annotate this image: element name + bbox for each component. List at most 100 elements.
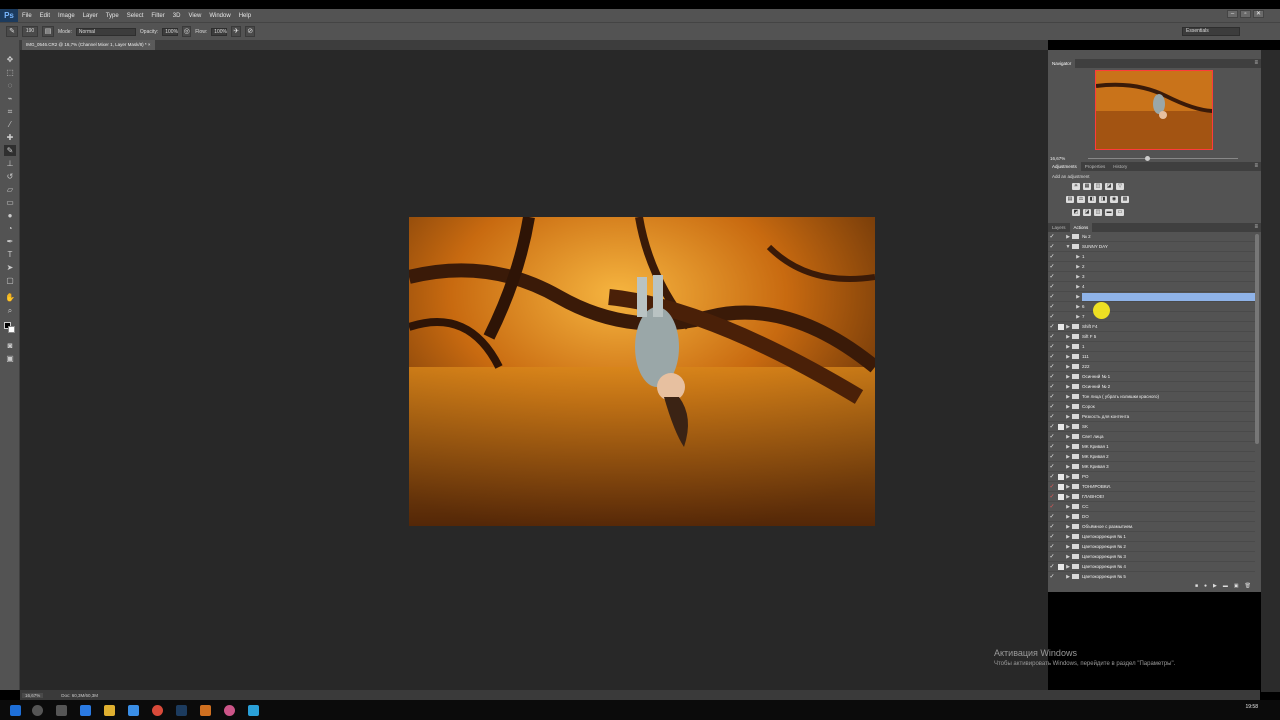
action-toggle-check[interactable]: ✓ (1048, 523, 1056, 530)
play-icon[interactable]: ▶ (1213, 583, 1217, 589)
menu-view[interactable]: View (184, 13, 205, 19)
expand-right-icon[interactable]: ▶ (1064, 444, 1072, 450)
type-tool-icon[interactable]: T (4, 249, 16, 260)
expand-right-icon[interactable]: ▶ (1064, 494, 1072, 500)
actions-scrollbar[interactable] (1255, 234, 1259, 444)
expand-right-icon[interactable]: ▶ (1074, 314, 1082, 320)
store-icon[interactable] (128, 705, 139, 716)
expand-right-icon[interactable]: ▶ (1064, 344, 1072, 350)
new-set-icon[interactable]: ▬ (1223, 583, 1228, 589)
expand-right-icon[interactable]: ▶ (1064, 234, 1072, 240)
action-toggle-check[interactable]: ✓ (1048, 383, 1056, 390)
expand-right-icon[interactable]: ▶ (1074, 274, 1082, 280)
menu-image[interactable]: Image (54, 13, 79, 19)
action-set-row[interactable]: ✓ ▶ SK (1048, 422, 1255, 432)
stop-icon[interactable]: ■ (1195, 583, 1198, 589)
panel-menu-icon[interactable]: ≡ (1254, 224, 1258, 230)
action-set-row[interactable]: ✓ ▶ Shift F4 (1048, 322, 1255, 332)
tab-adjustments[interactable]: Adjustments (1048, 162, 1081, 171)
crop-tool-icon[interactable]: ⌗ (4, 106, 16, 117)
action-toggle-check[interactable]: ✓ (1048, 503, 1056, 510)
expand-right-icon[interactable]: ▶ (1064, 414, 1072, 420)
action-toggle-check[interactable]: ✓ (1048, 273, 1056, 280)
action-set-row[interactable]: ✓ ▶ CC (1048, 502, 1255, 512)
expand-right-icon[interactable]: ▶ (1064, 424, 1072, 430)
dialog-toggle[interactable] (1058, 284, 1064, 290)
edge-icon[interactable] (80, 705, 91, 716)
zoom-tool-icon[interactable]: ⌕ (4, 305, 16, 316)
action-row[interactable]: ✓ ▶ 7 (1048, 312, 1255, 322)
expand-right-icon[interactable]: ▶ (1064, 564, 1072, 570)
action-set-row[interactable]: ✓ ▶ Цветокоррекция № 2 (1048, 542, 1255, 552)
adjustment-icon[interactable]: ▤ (1066, 196, 1074, 203)
expand-right-icon[interactable]: ▶ (1064, 554, 1072, 560)
quick-mask-icon[interactable]: ◙ (4, 340, 16, 351)
minimize-button[interactable]: – (1227, 10, 1238, 18)
new-action-icon[interactable]: ▣ (1234, 583, 1239, 589)
history-brush-tool-icon[interactable]: ↺ (4, 171, 16, 182)
hand-tool-icon[interactable]: ✋ (4, 292, 16, 303)
move-tool-icon[interactable]: ✥ (4, 54, 16, 65)
brush-tool-icon[interactable]: ✎ (4, 145, 16, 156)
action-row[interactable]: ✓ ▶ 6 (1048, 302, 1255, 312)
size-pressure-icon[interactable]: ⊘ (245, 26, 256, 37)
action-set-row[interactable]: ✓ ▶ Осинний № 1 (1048, 372, 1255, 382)
workspace-switcher[interactable]: Essentials (1182, 27, 1240, 36)
brush-size-picker[interactable]: 190 (22, 26, 38, 37)
status-zoom[interactable]: 16,67% (22, 692, 44, 698)
expand-right-icon[interactable]: ▶ (1064, 364, 1072, 370)
action-toggle-check[interactable]: ✓ (1048, 323, 1056, 330)
expand-right-icon[interactable]: ▶ (1074, 264, 1082, 270)
adjustment-icon[interactable]: ☀ (1072, 183, 1080, 190)
menu-help[interactable]: Help (235, 13, 255, 19)
action-set-row[interactable]: ✓ ▶ Объёмное с размытием. (1048, 522, 1255, 532)
menu-filter[interactable]: Filter (147, 13, 168, 19)
expand-right-icon[interactable]: ▶ (1064, 404, 1072, 410)
expand-right-icon[interactable]: ▶ (1064, 504, 1072, 510)
expand-right-icon[interactable]: ▶ (1064, 484, 1072, 490)
action-toggle-check[interactable]: ✓ (1048, 563, 1056, 570)
adjustment-icon[interactable]: ◪ (1105, 183, 1113, 190)
adjustment-icon[interactable]: ◉ (1110, 196, 1118, 203)
dialog-toggle[interactable] (1058, 274, 1064, 280)
action-toggle-check[interactable]: ✓ (1048, 403, 1056, 410)
action-set-row[interactable]: ✓ ▶ 222 (1048, 362, 1255, 372)
action-toggle-check[interactable]: ✓ (1048, 243, 1056, 250)
panel-menu-icon[interactable]: ≡ (1254, 163, 1258, 169)
action-toggle-check[interactable]: ✓ (1048, 363, 1056, 370)
screen-mode-icon[interactable]: ▣ (4, 353, 16, 364)
healing-tool-icon[interactable]: ✚ (4, 132, 16, 143)
expand-right-icon[interactable]: ▶ (1064, 524, 1072, 530)
adjustment-icon[interactable]: ▽ (1116, 183, 1124, 190)
action-toggle-check[interactable]: ✓ (1048, 573, 1056, 580)
action-row[interactable]: ✓ ▶ (1048, 292, 1255, 302)
action-set-row[interactable]: ✓ ▶ Резкость для контента (1048, 412, 1255, 422)
color-swatches-icon[interactable] (4, 322, 16, 333)
action-toggle-check[interactable]: ✓ (1048, 443, 1056, 450)
expand-right-icon[interactable]: ▶ (1064, 574, 1072, 580)
expand-right-icon[interactable]: ▶ (1064, 434, 1072, 440)
action-row[interactable]: ✓ ▶ 1 (1048, 252, 1255, 262)
expand-right-icon[interactable]: ▶ (1064, 324, 1072, 330)
tab-layers[interactable]: Layers (1048, 223, 1070, 232)
action-toggle-check[interactable]: ✓ (1048, 513, 1056, 520)
action-toggle-check[interactable]: ✓ (1048, 353, 1056, 360)
blur-tool-icon[interactable]: ● (4, 210, 16, 221)
status-doc-size[interactable]: Doc: 60,3M/60,3M (61, 693, 98, 698)
action-set-row[interactable]: ✓ ▶ PO (1048, 472, 1255, 482)
action-set-row[interactable]: ✓ ▶ 1 (1048, 342, 1255, 352)
action-row[interactable]: ✓ ▶ 4 (1048, 282, 1255, 292)
task-view-icon[interactable] (56, 705, 67, 716)
action-set-row[interactable]: ✓ ▶ ГЛАВНОЕ! (1048, 492, 1255, 502)
eraser-tool-icon[interactable]: ▱ (4, 184, 16, 195)
action-set-row[interactable]: ✓ ▶ Цветокоррекция № 3 (1048, 552, 1255, 562)
action-set-row[interactable]: ✓ ▼ SUNNY DAY (1048, 242, 1255, 252)
gradient-tool-icon[interactable]: ▭ (4, 197, 16, 208)
dialog-toggle[interactable] (1058, 304, 1064, 310)
tab-navigator[interactable]: Navigator (1048, 59, 1076, 68)
action-row[interactable]: ✓ ▶ 3 (1048, 272, 1255, 282)
action-toggle-check[interactable]: ✓ (1048, 433, 1056, 440)
action-toggle-check[interactable]: ✓ (1048, 313, 1056, 320)
lasso-tool-icon[interactable]: ◌ (4, 80, 16, 91)
document-photo[interactable] (409, 217, 875, 526)
